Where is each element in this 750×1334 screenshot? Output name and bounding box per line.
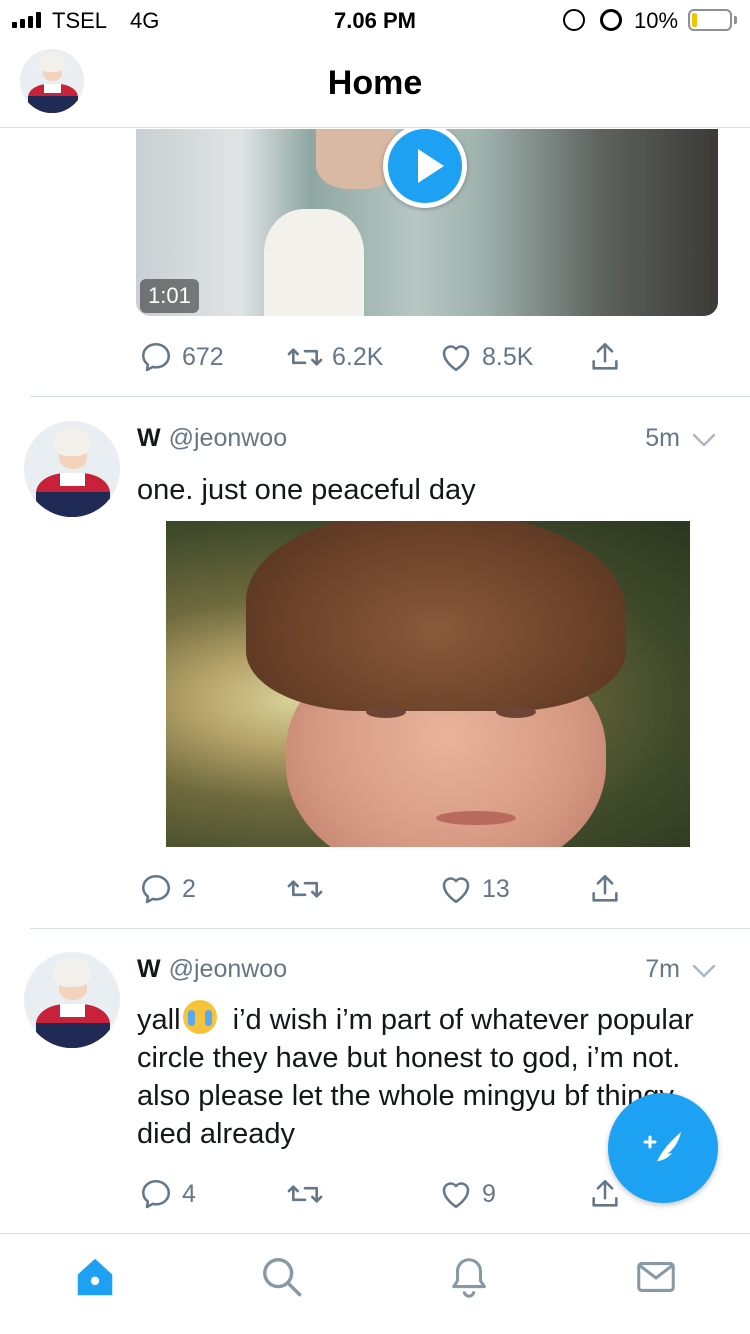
tab-messages[interactable] (633, 1254, 679, 1300)
chevron-down-icon[interactable] (690, 959, 718, 983)
reply-count: 672 (182, 342, 224, 371)
tweet-video[interactable]: 1:01 (136, 129, 718, 316)
status-bar: TSEL 4G 7.06 PM 10% (0, 0, 750, 40)
like-button[interactable]: 8.5K (438, 337, 533, 377)
tab-search[interactable] (259, 1254, 305, 1300)
share-button[interactable] (588, 869, 622, 909)
notifications-bell-icon (452, 1258, 486, 1298)
like-count: 13 (482, 874, 510, 903)
tweet-header: W @jeonwoo 7m (137, 955, 720, 989)
battery-tip (734, 16, 737, 24)
battery-percent: 10% (634, 8, 679, 33)
tweet-text-start: yall (137, 1004, 181, 1036)
heart-icon (442, 345, 470, 372)
tab-notifications[interactable] (446, 1254, 492, 1300)
retweet-icon (287, 880, 323, 898)
tweet-divider (30, 396, 750, 397)
orientation-lock-icon (563, 9, 585, 31)
like-button[interactable]: 9 (438, 1174, 496, 1214)
compose-feather-icon (643, 1132, 681, 1166)
tweet-header: W @jeonwoo 5m (137, 424, 720, 458)
heart-icon (442, 1182, 470, 1209)
retweet-icon (287, 348, 323, 366)
page-title: Home (327, 64, 423, 102)
alarm-icon (600, 9, 622, 31)
tweet-author-avatar[interactable] (24, 421, 120, 517)
chevron-down-icon[interactable] (690, 428, 718, 452)
tweet-actions: 4 9 (136, 1174, 636, 1214)
share-button[interactable] (588, 337, 622, 377)
reply-icon (141, 1179, 171, 1209)
messages-envelope-icon (637, 1262, 675, 1292)
play-icon[interactable] (383, 129, 467, 208)
reply-button[interactable]: 2 (138, 869, 196, 909)
like-count: 8.5K (482, 342, 534, 371)
like-button[interactable]: 13 (438, 869, 510, 909)
tweet-photo[interactable] (166, 521, 690, 847)
top-navigation-bar: Home (0, 40, 750, 128)
retweet-button[interactable]: 6.2K (286, 337, 383, 377)
author-handle[interactable]: @jeonwoo (169, 424, 288, 452)
compose-tweet-button[interactable] (608, 1093, 718, 1203)
share-button[interactable] (588, 1174, 622, 1214)
battery-icon (688, 9, 732, 31)
tweet-text: one. just one peaceful day (137, 474, 476, 506)
reply-count: 4 (182, 1179, 196, 1208)
share-icon (592, 874, 618, 902)
reply-button[interactable]: 672 (138, 337, 224, 377)
home-icon (77, 1258, 113, 1296)
tweet-actions: 2 13 (136, 869, 636, 909)
reply-icon (141, 874, 171, 904)
share-icon (592, 342, 618, 370)
reply-button[interactable]: 4 (138, 1174, 196, 1214)
tweet-timestamp: 7m (645, 955, 680, 983)
bottom-tab-bar (0, 1233, 750, 1334)
retweet-icon (287, 1185, 323, 1203)
share-icon (592, 1179, 618, 1207)
search-icon (263, 1258, 302, 1297)
video-duration: 1:01 (140, 279, 199, 313)
author-name[interactable]: W (137, 955, 161, 983)
tweet-actions: 672 6.2K 8.5K (136, 337, 636, 377)
reply-count: 2 (182, 874, 196, 903)
tweet-timestamp: 5m (645, 424, 680, 452)
retweet-button[interactable] (286, 1174, 332, 1214)
retweet-button[interactable] (286, 869, 332, 909)
tab-home[interactable] (72, 1254, 118, 1300)
tweet-divider (30, 928, 750, 929)
retweet-count: 6.2K (332, 342, 384, 371)
tweet-author-avatar[interactable] (24, 952, 120, 1048)
reply-icon (141, 342, 171, 372)
author-handle[interactable]: @jeonwoo (169, 955, 288, 983)
heart-icon (442, 877, 470, 904)
loudly-crying-face-icon (182, 1000, 217, 1034)
author-name[interactable]: W (137, 424, 161, 452)
like-count: 9 (482, 1179, 496, 1208)
